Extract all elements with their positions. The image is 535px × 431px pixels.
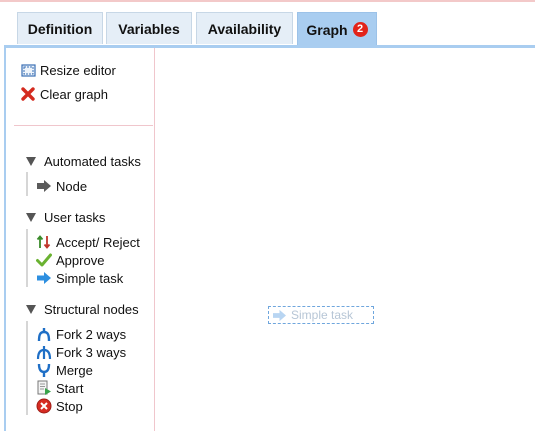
group-indent-bar <box>26 321 28 415</box>
palette-item-fork-2[interactable]: Fork 2 ways <box>36 325 126 343</box>
item-label: Merge <box>56 362 93 378</box>
clear-graph-button[interactable]: Clear graph <box>20 85 108 103</box>
tab-label: Variables <box>118 20 180 37</box>
group-label: Automated tasks <box>44 153 141 169</box>
resize-editor-label: Resize editor <box>40 62 116 78</box>
red-x-icon <box>20 86 36 102</box>
group-label: Structural nodes <box>44 301 139 317</box>
item-label: Fork 2 ways <box>56 326 127 342</box>
palette-item-approve[interactable]: Approve <box>36 251 104 269</box>
notification-badge: 2 <box>352 22 368 37</box>
group-automated-tasks[interactable]: Automated tasks <box>26 152 141 170</box>
item-label: Node <box>56 178 88 194</box>
palette-item-node[interactable]: Node <box>36 177 87 195</box>
arrow-right-icon <box>36 178 52 194</box>
item-label: Simple task <box>56 270 124 286</box>
tab-bar: Definition Variables Availability Graph … <box>0 0 535 46</box>
blue-arrow-icon <box>271 308 287 322</box>
collapse-triangle-icon <box>26 304 36 314</box>
resize-icon <box>20 62 36 78</box>
tab-graph[interactable]: Graph 2 <box>297 12 377 46</box>
palette-item-simple-task[interactable]: Simple task <box>36 269 123 287</box>
collapse-triangle-icon <box>26 156 36 166</box>
tab-label: Availability <box>207 20 282 37</box>
palette-item-fork-3[interactable]: Fork 3 ways <box>36 343 126 361</box>
palette-item-merge[interactable]: Merge <box>36 361 93 379</box>
item-label: Stop <box>56 398 83 414</box>
clear-graph-label: Clear graph <box>40 86 108 102</box>
item-label: Approve <box>56 252 105 268</box>
group-indent-bar <box>26 172 28 196</box>
group-label: User tasks <box>44 209 106 225</box>
blue-arrow-icon <box>36 270 52 286</box>
start-icon <box>36 380 52 396</box>
dragged-simple-task-node[interactable]: Simple task <box>268 306 374 324</box>
tab-label: Graph <box>306 21 348 38</box>
tab-label: Definition <box>27 20 93 37</box>
group-structural-nodes[interactable]: Structural nodes <box>26 300 139 318</box>
group-user-tasks[interactable]: User tasks <box>26 208 105 226</box>
item-label: Fork 3 ways <box>56 344 127 360</box>
sidebar-divider <box>14 125 153 126</box>
palette-item-stop[interactable]: Stop <box>36 397 83 415</box>
tab-variables[interactable]: Variables <box>106 12 192 44</box>
resize-editor-button[interactable]: Resize editor <box>20 61 116 79</box>
item-label: Start <box>56 380 84 396</box>
tab-availability[interactable]: Availability <box>196 12 293 44</box>
accept-reject-icon <box>36 234 52 250</box>
collapse-triangle-icon <box>26 212 36 222</box>
graph-canvas[interactable] <box>155 48 535 431</box>
palette-item-start[interactable]: Start <box>36 379 83 397</box>
palette-item-accept-reject[interactable]: Accept/ Reject <box>36 233 140 251</box>
fork-2-icon <box>36 326 52 342</box>
fork-3-icon <box>36 344 52 360</box>
tab-definition[interactable]: Definition <box>17 12 103 44</box>
ghost-label: Simple task <box>291 308 354 322</box>
group-indent-bar <box>26 229 28 287</box>
merge-icon <box>36 362 52 378</box>
stop-icon <box>36 398 52 414</box>
item-label: Accept/ Reject <box>56 234 140 250</box>
checkmark-icon <box>36 252 52 268</box>
